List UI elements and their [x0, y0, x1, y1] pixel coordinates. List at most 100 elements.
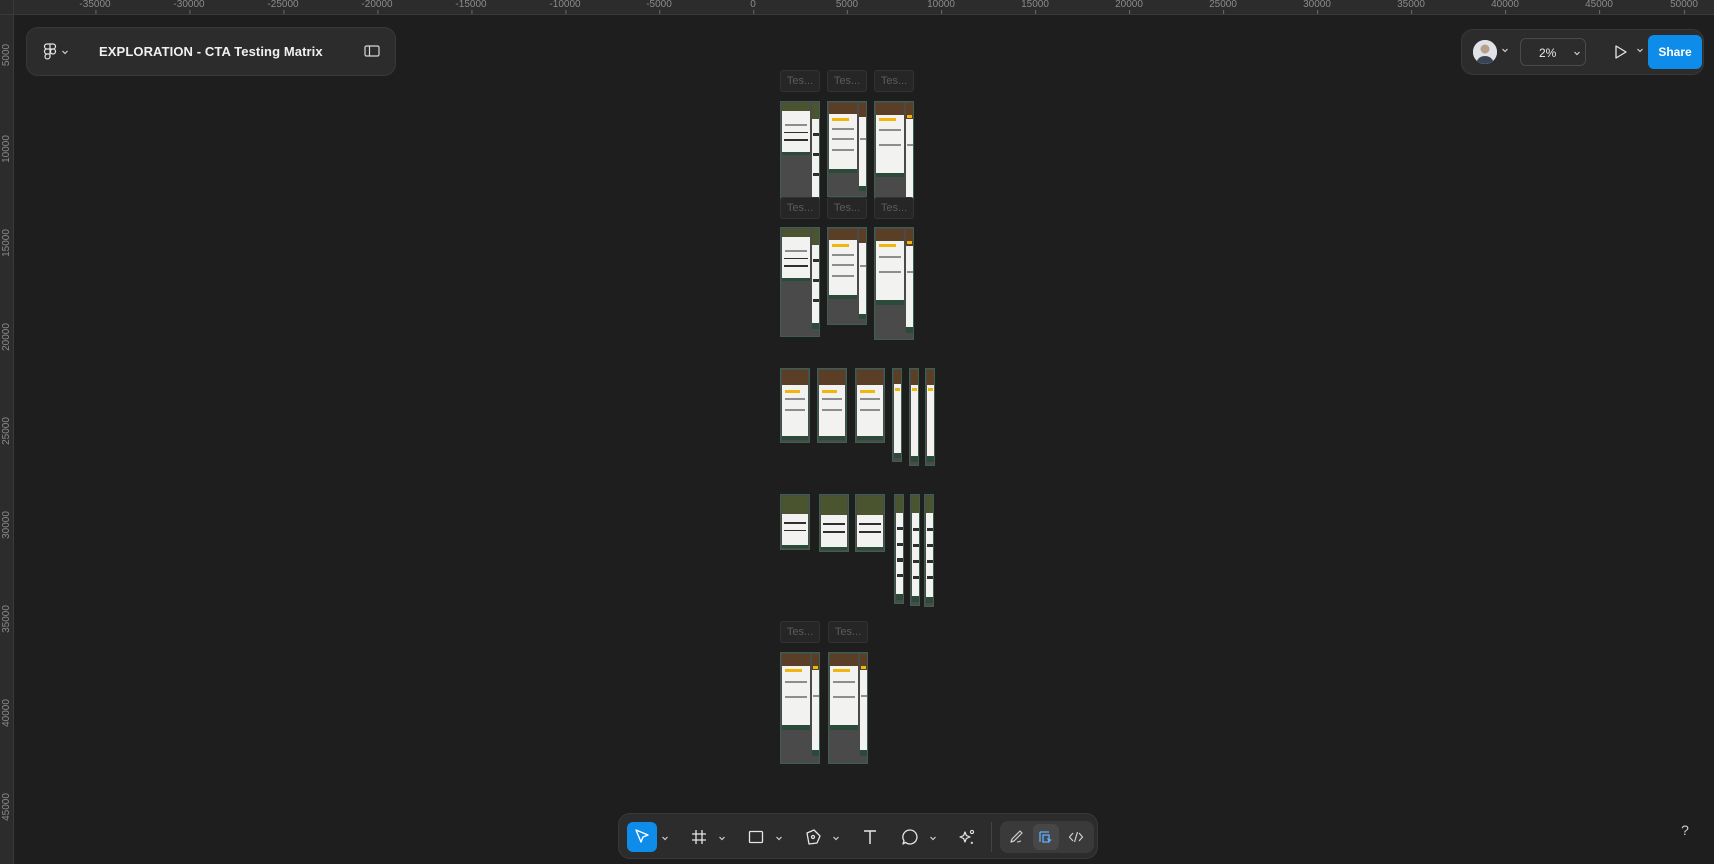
- frame-label[interactable]: Tes...: [780, 70, 820, 92]
- ruler-tick: -10000: [549, 0, 581, 14]
- move-tool-button[interactable]: [627, 822, 657, 852]
- file-panel: EXPLORATION - CTA Testing Matrix: [26, 27, 396, 76]
- ruler-tick: 45000: [1, 793, 12, 821]
- ruler-tick: 15000: [1, 229, 12, 257]
- ruler-tick: 35000: [1397, 0, 1425, 14]
- frame-thumbnail[interactable]: [780, 101, 820, 211]
- frame-thumbnail[interactable]: [819, 494, 849, 552]
- avatar[interactable]: [1473, 40, 1497, 64]
- zoom-control[interactable]: 2%: [1520, 38, 1586, 66]
- frame-thumbnail[interactable]: [924, 494, 934, 607]
- chevron-down-icon[interactable]: [1501, 46, 1509, 54]
- text-tool-button[interactable]: [855, 822, 885, 852]
- frame-thumbnail[interactable]: [909, 368, 919, 466]
- code-icon: [1068, 831, 1084, 843]
- frame-thumbnail[interactable]: [780, 227, 820, 337]
- play-icon: [1615, 45, 1627, 59]
- mode-switcher: [1000, 821, 1094, 853]
- file-title[interactable]: EXPLORATION - CTA Testing Matrix: [99, 44, 323, 59]
- ruler-tick: 5000: [1, 43, 12, 67]
- main-menu-button[interactable]: [43, 38, 79, 66]
- ruler-tick: 10000: [927, 0, 955, 14]
- frame-thumbnail[interactable]: [828, 652, 868, 764]
- page-preview: [812, 654, 819, 756]
- frame-label[interactable]: Tes...: [874, 197, 914, 219]
- text-icon: [864, 830, 876, 844]
- chevron-down-icon: [62, 50, 68, 54]
- frame-thumbnail[interactable]: [780, 368, 810, 443]
- frame-thumbnail[interactable]: [817, 368, 847, 443]
- frame-thumbnail[interactable]: [780, 652, 820, 764]
- pen-tool-button[interactable]: [798, 822, 828, 852]
- page-preview: [782, 654, 810, 730]
- page-preview: [812, 229, 819, 329]
- sparkle-icon: [959, 829, 975, 844]
- design-mode-button[interactable]: [1033, 824, 1059, 850]
- frame-label[interactable]: Tes...: [874, 70, 914, 92]
- frame-thumbnail[interactable]: [827, 227, 867, 325]
- chevron-down-icon[interactable]: [661, 834, 669, 842]
- frame-thumbnail[interactable]: [892, 368, 902, 462]
- ruler-tick: -35000: [79, 0, 111, 14]
- draw-mode-button[interactable]: [1003, 824, 1029, 850]
- page-preview: [894, 370, 901, 458]
- frame-label[interactable]: Tes...: [827, 70, 867, 92]
- toggle-sidebar-button[interactable]: [363, 42, 381, 60]
- ruler-tick: 35000: [1, 605, 12, 633]
- page-preview: [782, 496, 808, 548]
- sidebar-icon: [364, 45, 380, 57]
- frame-thumbnail[interactable]: [925, 368, 935, 466]
- ruler-tick: -20000: [361, 0, 393, 14]
- page-preview: [782, 103, 810, 155]
- chevron-down-icon[interactable]: [1636, 46, 1644, 54]
- page-preview: [830, 654, 858, 730]
- frame-thumbnail[interactable]: [894, 494, 904, 604]
- frame-thumbnail[interactable]: [780, 494, 810, 550]
- left-ruler: 5000 10000 15000 20000 25000 30000 35000…: [0, 15, 14, 864]
- rectangle-icon: [748, 830, 764, 844]
- present-button[interactable]: [1610, 42, 1630, 62]
- shape-tool-button[interactable]: [741, 822, 771, 852]
- page-preview: [819, 370, 845, 440]
- actions-tool-button[interactable]: [952, 822, 982, 852]
- page-preview: [812, 103, 819, 203]
- help-button[interactable]: ?: [1676, 822, 1694, 840]
- share-button[interactable]: Share: [1648, 35, 1702, 69]
- dev-mode-button[interactable]: [1063, 824, 1089, 850]
- pen-icon: [806, 829, 821, 845]
- ruler-tick: 45000: [1585, 0, 1613, 14]
- comment-tool-button[interactable]: [895, 822, 925, 852]
- page-preview: [906, 103, 913, 205]
- comment-icon: [902, 829, 918, 845]
- frame-label[interactable]: Tes...: [828, 621, 868, 643]
- ruler-tick: 25000: [1, 417, 12, 445]
- page-preview: [876, 229, 904, 305]
- frame-tool-button[interactable]: [684, 822, 714, 852]
- chevron-down-icon[interactable]: [832, 834, 840, 842]
- chevron-down-icon[interactable]: [775, 834, 783, 842]
- page-preview: [782, 229, 810, 281]
- chevron-down-icon[interactable]: [718, 834, 726, 842]
- chevron-down-icon[interactable]: [929, 834, 937, 842]
- ruler-tick: 50000: [1670, 0, 1698, 14]
- cursor-icon: [635, 829, 649, 843]
- frame-thumbnail[interactable]: [910, 494, 920, 606]
- ruler-tick: -25000: [267, 0, 299, 14]
- frame-thumbnail[interactable]: [855, 494, 885, 552]
- page-preview: [857, 496, 883, 550]
- page-preview: [927, 370, 934, 462]
- ruler-tick: 20000: [1, 323, 12, 351]
- frame-thumbnail[interactable]: [874, 227, 914, 340]
- zoom-level: 2%: [1539, 46, 1557, 60]
- toolbar-divider: [991, 822, 992, 852]
- frame-thumbnail[interactable]: [827, 101, 867, 197]
- ruler-tick: 40000: [1, 699, 12, 727]
- ruler-tick: -5000: [646, 0, 672, 14]
- design-canvas[interactable]: -35000 -30000 -25000 -20000 -15000 -1000…: [0, 0, 1714, 864]
- frame-label[interactable]: Tes...: [780, 197, 820, 219]
- frame-thumbnail[interactable]: [855, 368, 885, 443]
- frame-label[interactable]: Tes...: [827, 197, 867, 219]
- page-preview: [876, 103, 904, 177]
- frame-label[interactable]: Tes...: [780, 621, 820, 643]
- page-preview: [926, 496, 933, 603]
